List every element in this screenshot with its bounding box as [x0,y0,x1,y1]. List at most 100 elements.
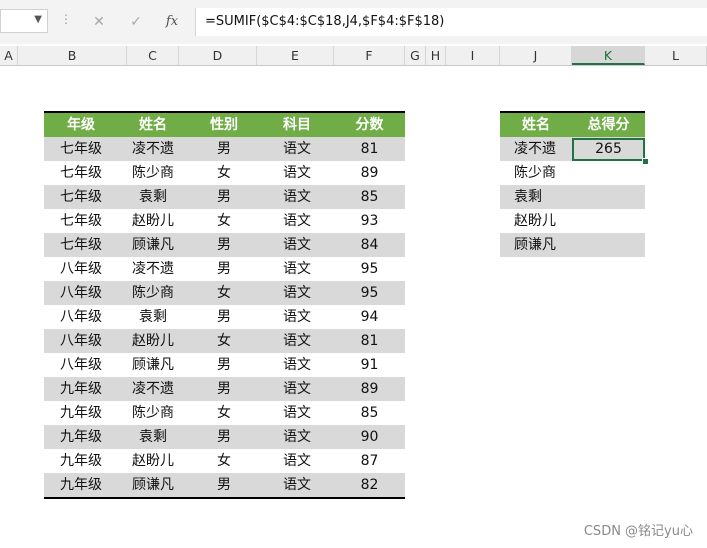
table-cell[interactable]: 84 [334,233,405,257]
table-cell[interactable]: 81 [334,137,405,161]
table-cell[interactable]: 凌不遗 [500,137,572,161]
table-cell[interactable]: 93 [334,209,405,233]
table-cell[interactable] [572,209,645,233]
table-cell[interactable] [572,185,645,209]
chevron-down-icon[interactable]: ▼ [34,14,42,25]
confirm-icon[interactable]: ✓ [121,10,151,34]
table-cell[interactable]: 袁剩 [500,185,572,209]
formula-input[interactable]: =SUMIF($C$4:$C$18,J4,$F$4:$F$18) [195,8,707,36]
table-cell[interactable]: 男 [188,233,260,257]
table-cell[interactable]: 袁剩 [118,185,188,209]
column-header-l[interactable]: L [645,46,707,65]
table-cell[interactable]: 语文 [260,305,334,329]
main-header-cell[interactable]: 年级 [44,113,118,137]
summary-header-cell[interactable]: 总得分 [572,113,645,137]
column-header-c[interactable]: C [127,46,179,65]
table-cell[interactable]: 顾谦凡 [118,233,188,257]
table-cell[interactable]: 89 [334,161,405,185]
table-cell[interactable]: 85 [334,401,405,425]
table-cell[interactable]: 顾谦凡 [500,233,572,257]
main-header-cell[interactable]: 科目 [260,113,334,137]
table-cell[interactable]: 语文 [260,329,334,353]
table-cell[interactable]: 顾谦凡 [118,473,188,497]
table-cell[interactable]: 陈少商 [118,401,188,425]
table-cell[interactable]: 赵盼儿 [118,209,188,233]
table-cell[interactable]: 八年级 [44,353,118,377]
table-cell[interactable]: 凌不遗 [118,257,188,281]
main-header-cell[interactable]: 性别 [188,113,260,137]
table-cell[interactable]: 语文 [260,353,334,377]
table-cell[interactable]: 女 [188,449,260,473]
drag-handle-icon[interactable]: ⋮ [60,12,72,26]
table-cell[interactable]: 八年级 [44,305,118,329]
column-header-h[interactable]: H [426,46,446,65]
column-header-b[interactable]: B [18,46,127,65]
table-cell[interactable]: 赵盼儿 [118,449,188,473]
column-header-d[interactable]: D [179,46,257,65]
table-cell[interactable]: 七年级 [44,185,118,209]
table-cell[interactable]: 袁剩 [118,425,188,449]
table-cell[interactable]: 语文 [260,401,334,425]
table-cell[interactable]: 九年级 [44,449,118,473]
table-cell[interactable]: 赵盼儿 [500,209,572,233]
table-cell[interactable]: 语文 [260,449,334,473]
insert-function-icon[interactable]: fx [157,10,187,34]
table-cell[interactable]: 女 [188,281,260,305]
table-cell[interactable]: 男 [188,185,260,209]
table-cell[interactable]: 九年级 [44,473,118,497]
table-cell[interactable]: 语文 [260,233,334,257]
table-cell[interactable]: 90 [334,425,405,449]
selected-cell-k4[interactable] [572,138,645,161]
table-cell[interactable]: 陈少商 [500,161,572,185]
table-cell[interactable]: 八年级 [44,281,118,305]
table-cell[interactable]: 男 [188,305,260,329]
table-cell[interactable]: 语文 [260,185,334,209]
table-cell[interactable]: 赵盼儿 [118,329,188,353]
table-cell[interactable]: 85 [334,185,405,209]
table-cell[interactable]: 七年级 [44,161,118,185]
fill-handle[interactable] [642,158,649,165]
column-header-k[interactable]: K [572,46,645,65]
table-cell[interactable]: 语文 [260,281,334,305]
table-cell[interactable]: 语文 [260,377,334,401]
table-cell[interactable]: 九年级 [44,377,118,401]
table-cell[interactable]: 凌不遗 [118,137,188,161]
table-cell[interactable]: 男 [188,257,260,281]
table-cell[interactable]: 男 [188,473,260,497]
table-cell[interactable]: 男 [188,377,260,401]
table-cell[interactable]: 82 [334,473,405,497]
table-cell[interactable] [572,161,645,185]
table-cell[interactable]: 女 [188,161,260,185]
table-cell[interactable]: 男 [188,137,260,161]
table-cell[interactable]: 语文 [260,257,334,281]
table-cell[interactable]: 女 [188,329,260,353]
cancel-icon[interactable]: ✕ [84,10,114,34]
column-header-g[interactable]: G [405,46,426,65]
table-cell[interactable]: 九年级 [44,401,118,425]
column-header-i[interactable]: I [446,46,500,65]
table-cell[interactable]: 95 [334,257,405,281]
table-cell[interactable] [572,233,645,257]
table-cell[interactable]: 语文 [260,425,334,449]
table-cell[interactable]: 陈少商 [118,161,188,185]
table-cell[interactable]: 八年级 [44,329,118,353]
table-cell[interactable]: 语文 [260,473,334,497]
column-header-j[interactable]: J [500,46,572,65]
main-header-cell[interactable]: 姓名 [118,113,188,137]
table-cell[interactable]: 87 [334,449,405,473]
table-cell[interactable]: 语文 [260,137,334,161]
table-cell[interactable]: 95 [334,281,405,305]
summary-header-cell[interactable]: 姓名 [500,113,572,137]
table-cell[interactable]: 陈少商 [118,281,188,305]
table-cell[interactable]: 七年级 [44,209,118,233]
table-cell[interactable]: 91 [334,353,405,377]
column-header-f[interactable]: F [334,46,405,65]
table-cell[interactable]: 男 [188,425,260,449]
table-cell[interactable]: 七年级 [44,233,118,257]
table-cell[interactable]: 89 [334,377,405,401]
column-header-a[interactable]: A [0,46,18,65]
table-cell[interactable]: 81 [334,329,405,353]
column-header-e[interactable]: E [257,46,334,65]
table-cell[interactable]: 94 [334,305,405,329]
table-cell[interactable]: 男 [188,353,260,377]
